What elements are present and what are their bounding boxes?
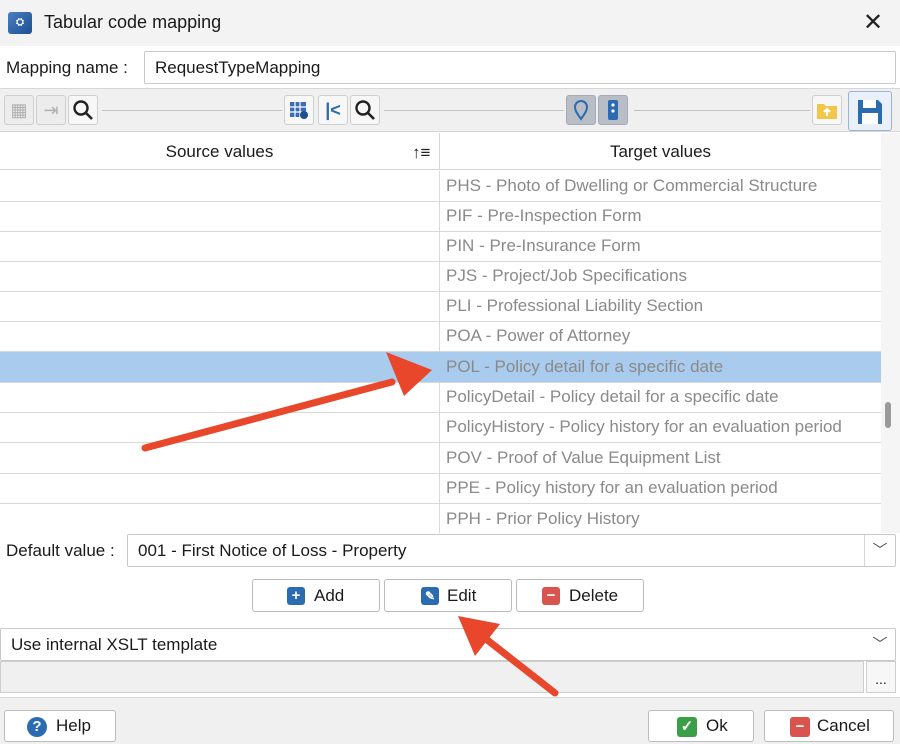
cancel-button-label: Cancel — [817, 716, 870, 735]
map-pin-icon[interactable] — [566, 95, 596, 125]
edit-button[interactable]: ✎ Edit — [384, 579, 512, 612]
minus-icon: − — [790, 717, 810, 737]
check-icon: ✓ — [677, 717, 697, 737]
target-cell[interactable]: POL - Policy detail for a specific date — [446, 352, 723, 382]
table-row[interactable]: PLI - Professional Liability Section — [0, 291, 881, 322]
chevron-down-icon[interactable]: ﹀ — [865, 629, 895, 660]
target-cell[interactable]: PIF - Pre-Inspection Form — [446, 201, 642, 231]
target-cell[interactable]: PolicyHistory - Policy history for an ev… — [446, 412, 842, 442]
scrollbar-thumb[interactable] — [885, 402, 891, 428]
delete-button[interactable]: − Delete — [516, 579, 644, 612]
mapping-name-input[interactable]: RequestTypeMapping — [144, 51, 896, 84]
xslt-path-input[interactable] — [0, 661, 864, 693]
default-value-text: 001 - First Notice of Loss - Property — [138, 541, 407, 560]
ok-button-label: Ok — [706, 716, 728, 735]
table-row-selected[interactable]: POL - Policy detail for a specific date — [0, 352, 881, 383]
xslt-template-select[interactable]: Use internal XSLT template ﹀ — [0, 628, 896, 661]
add-button[interactable]: + Add — [252, 579, 380, 612]
source-cell[interactable] — [0, 504, 440, 533]
sort-icon[interactable]: ↑≡ — [412, 143, 430, 163]
toolbar-divider-line — [102, 110, 282, 111]
toolbar-divider-line — [634, 110, 810, 111]
target-cell[interactable]: PHS - Photo of Dwelling or Commercial St… — [446, 171, 817, 201]
source-cell[interactable] — [0, 261, 440, 291]
source-cell[interactable] — [0, 321, 440, 351]
column-header-target[interactable]: Target values — [440, 133, 881, 170]
cancel-button[interactable]: − Cancel — [764, 710, 894, 742]
target-cell[interactable]: POA - Power of Attorney — [446, 321, 630, 351]
source-cell[interactable] — [0, 171, 440, 201]
mapping-name-label: Mapping name : — [6, 58, 128, 77]
xslt-template-text: Use internal XSLT template — [11, 635, 218, 654]
mapping-grid: PHS - Photo of Dwelling or Commercial St… — [0, 171, 881, 533]
vertical-scrollbar[interactable] — [881, 133, 900, 533]
source-cell[interactable] — [0, 473, 440, 503]
target-cell[interactable]: PPH - Prior Policy History — [446, 504, 640, 533]
table-row[interactable]: PolicyDetail - Policy detail for a speci… — [0, 382, 881, 413]
browse-button[interactable]: ... — [866, 661, 896, 693]
skip-start-icon[interactable]: |< — [318, 95, 348, 125]
search-icon[interactable] — [68, 95, 98, 125]
source-cell[interactable] — [0, 412, 440, 442]
table-row[interactable]: PJS - Project/Job Specifications — [0, 261, 881, 292]
close-icon[interactable]: ✕ — [858, 10, 888, 36]
target-cell[interactable]: PolicyDetail - Policy detail for a speci… — [446, 382, 779, 412]
table-row[interactable]: PIF - Pre-Inspection Form — [0, 201, 881, 232]
source-cell[interactable] — [0, 382, 440, 412]
source-cell[interactable] — [0, 443, 440, 473]
default-value-select[interactable]: 001 - First Notice of Loss - Property ﹀ — [127, 534, 896, 567]
source-cell[interactable] — [0, 231, 440, 261]
search-icon[interactable] — [350, 95, 380, 125]
skip-end-icon[interactable]: ⇥ — [36, 95, 66, 125]
source-cell[interactable] — [0, 201, 440, 231]
default-value-label: Default value : — [6, 541, 115, 560]
target-cell[interactable]: PPE - Policy history for an evaluation p… — [446, 473, 778, 503]
minus-icon: − — [542, 587, 560, 605]
column-header-source[interactable]: Source values — [0, 133, 440, 170]
target-cell[interactable]: PIN - Pre-Insurance Form — [446, 231, 641, 261]
table-row[interactable]: PolicyHistory - Policy history for an ev… — [0, 412, 881, 443]
table-row[interactable]: POA - Power of Attorney — [0, 321, 881, 352]
ok-button[interactable]: ✓ Ok — [648, 710, 754, 742]
table-row[interactable]: PIN - Pre-Insurance Form — [0, 231, 881, 262]
help-button-label: Help — [56, 716, 91, 735]
remote-icon[interactable] — [598, 95, 628, 125]
table-row[interactable]: PPE - Policy history for an evaluation p… — [0, 473, 881, 504]
window-title: Tabular code mapping — [44, 12, 222, 32]
source-cell[interactable] — [0, 352, 440, 382]
plus-icon: + — [287, 587, 305, 605]
grid-icon[interactable]: ▦ — [4, 95, 34, 125]
add-button-label: Add — [314, 586, 345, 605]
help-button[interactable]: ? Help — [4, 710, 116, 742]
grid-settings-icon[interactable] — [284, 95, 314, 125]
target-cell[interactable]: PLI - Professional Liability Section — [446, 291, 703, 321]
app-icon: ⛭ — [8, 12, 32, 34]
toolbar: ▦ ⇥ |< — [0, 88, 900, 132]
delete-button-label: Delete — [569, 586, 619, 605]
table-row[interactable]: PHS - Photo of Dwelling or Commercial St… — [0, 171, 881, 202]
edit-icon: ✎ — [421, 587, 439, 605]
toolbar-divider-line — [384, 110, 564, 111]
folder-upload-icon[interactable] — [812, 95, 842, 125]
table-row[interactable]: PPH - Prior Policy History — [0, 504, 881, 533]
save-icon[interactable] — [848, 91, 892, 131]
source-cell[interactable] — [0, 291, 440, 321]
table-row[interactable]: POV - Proof of Value Equipment List — [0, 443, 881, 474]
target-cell[interactable]: POV - Proof of Value Equipment List — [446, 443, 721, 473]
edit-button-label: Edit — [447, 586, 477, 605]
target-cell[interactable]: PJS - Project/Job Specifications — [446, 261, 687, 291]
help-icon: ? — [27, 717, 47, 737]
chevron-down-icon[interactable]: ﹀ — [864, 535, 895, 566]
